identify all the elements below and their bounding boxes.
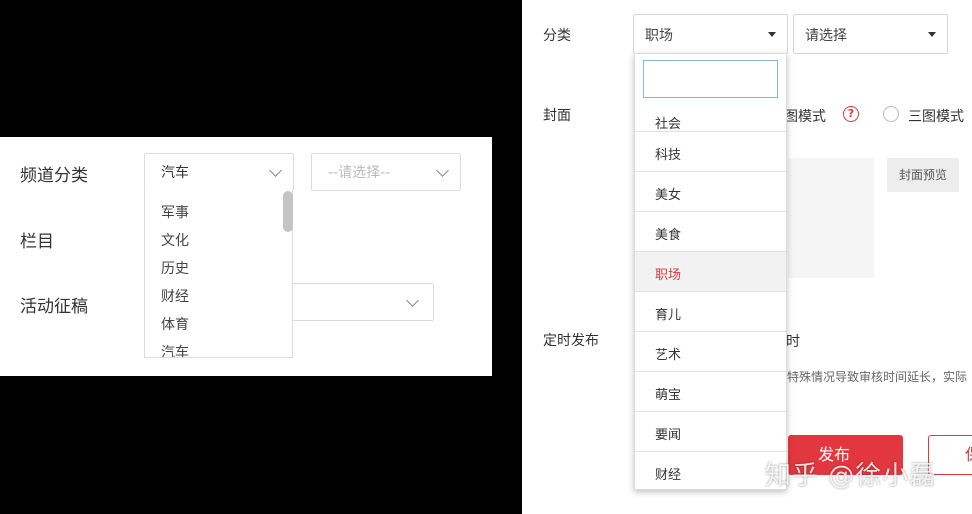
subcategory-placeholder: --请选择--	[328, 165, 391, 181]
chevron-down-icon	[269, 164, 282, 177]
category-label: 分类	[543, 28, 571, 44]
list-item-selected[interactable]: 职场	[635, 251, 786, 291]
channel-options-list[interactable]: 军事 文化 历史 财经 体育 汽车	[144, 190, 293, 358]
list-item[interactable]: 财经	[635, 451, 786, 489]
large-image-mode-label[interactable]: 大图模式	[782, 106, 842, 126]
channel-category-label: 频道分类	[20, 166, 88, 186]
three-image-mode-label[interactable]: 三图模式	[908, 106, 964, 126]
list-item[interactable]: 军事	[161, 202, 189, 222]
subcategory-select[interactable]: --请选择--	[311, 153, 461, 191]
channel-category-value: 汽车	[161, 165, 189, 181]
cover-upload-area[interactable]	[788, 158, 874, 278]
subcategory-select-right[interactable]: 请选择	[793, 14, 948, 54]
category-value: 职场	[645, 28, 673, 44]
list-item[interactable]: 艺术	[635, 331, 786, 371]
three-image-radio[interactable]	[883, 106, 899, 122]
caret-down-icon	[928, 32, 936, 37]
category-select[interactable]: 职场	[633, 14, 788, 54]
help-icon[interactable]: ?	[843, 106, 859, 122]
list-item[interactable]: 汽车	[161, 342, 189, 357]
chevron-down-icon	[406, 294, 419, 307]
channel-category-select[interactable]: 汽车	[144, 153, 294, 191]
review-notice: 因特殊情况导致审核时间延长，实际	[785, 370, 968, 384]
list-item[interactable]: 财经	[161, 286, 189, 306]
dropdown-search-input[interactable]	[643, 60, 778, 98]
cover-label: 封面	[543, 108, 571, 124]
list-item[interactable]: 历史	[161, 258, 189, 278]
activity-label: 活动征稿	[20, 297, 88, 317]
list-item[interactable]: 萌宝	[635, 371, 786, 411]
list-scrollbar[interactable]	[283, 191, 293, 232]
cover-preview-button[interactable]: 封面预览	[887, 158, 959, 192]
list-item[interactable]: 要闻	[635, 411, 786, 451]
caret-down-icon	[768, 32, 776, 37]
list-item[interactable]: 科技	[635, 131, 786, 171]
scheduled-publish-label: 定时发布	[543, 333, 599, 349]
list-item[interactable]: 体育	[161, 314, 189, 334]
column-label: 栏目	[20, 232, 54, 252]
list-item[interactable]: 育儿	[635, 291, 786, 331]
list-item[interactable]: 美食	[635, 211, 786, 251]
activity-select[interactable]	[292, 283, 434, 321]
list-item[interactable]: 美女	[635, 171, 786, 211]
chevron-down-icon	[436, 164, 449, 177]
watermark: 知乎 @徐小磊	[765, 461, 937, 491]
subcategory-right-value: 请选择	[805, 28, 847, 44]
list-item[interactable]: 文化	[161, 230, 189, 250]
category-dropdown[interactable]: 社会 科技 美女 美食 职场 育儿 艺术 萌宝 要闻 财经	[634, 53, 787, 490]
